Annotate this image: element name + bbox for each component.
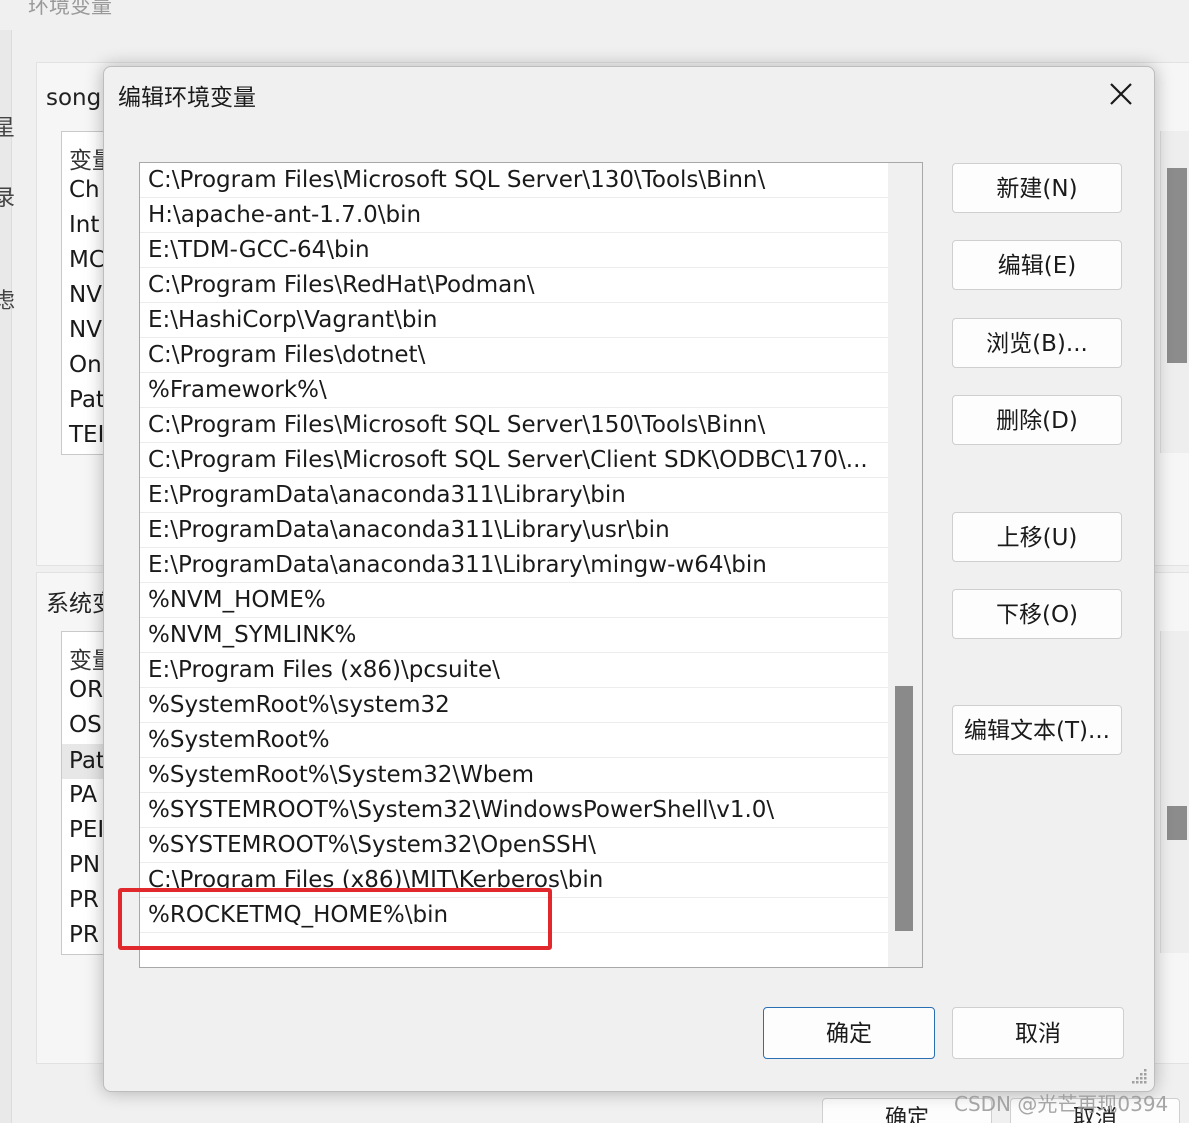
move-down-button[interactable]: 下移(O) xyxy=(952,589,1122,639)
edit-environment-variable-dialog: 编辑环境变量 C:\Program Files\Microsoft SQL Se… xyxy=(103,66,1155,1092)
watermark: CSDN @光芒再现0394 xyxy=(954,1092,1169,1116)
close-icon xyxy=(1110,83,1132,105)
path-entry[interactable]: E:\HashiCorp\Vagrant\bin xyxy=(140,303,888,338)
path-entry[interactable]: C:\Program Files\Microsoft SQL Server\Cl… xyxy=(140,443,888,478)
list-item[interactable]: PA xyxy=(69,782,97,808)
list-item[interactable]: NV xyxy=(69,282,102,308)
list-item[interactable]: PN xyxy=(69,852,100,878)
path-entry[interactable]: %NVM_HOME% xyxy=(140,583,888,618)
list-item[interactable]: PR xyxy=(69,922,99,948)
path-entry[interactable]: %SystemRoot%\system32 xyxy=(140,688,888,723)
list-item[interactable]: PEI xyxy=(69,817,104,843)
path-list[interactable]: C:\Program Files\Microsoft SQL Server\13… xyxy=(139,162,923,968)
list-item[interactable]: PR xyxy=(69,887,99,913)
user-variables-label: song xyxy=(46,85,102,111)
system-list-scroll-thumb[interactable] xyxy=(1167,806,1187,840)
path-entry[interactable]: %SystemRoot% xyxy=(140,723,888,758)
resize-grip-icon[interactable] xyxy=(1130,1067,1148,1085)
path-entry[interactable]: %SYSTEMROOT%\System32\WindowsPowerShell\… xyxy=(140,793,888,828)
dialog-title: 编辑环境变量 xyxy=(118,85,256,111)
path-entry[interactable]: %SYSTEMROOT%\System32\OpenSSH\ xyxy=(140,828,888,863)
edit-button[interactable]: 编辑(E) xyxy=(952,240,1122,290)
path-entry-rocketmq[interactable]: %ROCKETMQ_HOME%\bin xyxy=(140,898,888,933)
browse-button[interactable]: 浏览(B)... xyxy=(952,318,1122,368)
path-list-scroll-thumb[interactable] xyxy=(895,686,913,931)
path-entry[interactable]: C:\Program Files\RedHat\Podman\ xyxy=(140,268,888,303)
list-item[interactable]: TEI xyxy=(69,422,104,448)
path-entry[interactable]: C:\Program Files\Microsoft SQL Server\13… xyxy=(140,163,888,198)
list-item[interactable]: NV xyxy=(69,317,102,343)
edit-text-button[interactable]: 编辑文本(T)... xyxy=(952,705,1122,755)
close-button[interactable] xyxy=(1096,69,1146,119)
list-item[interactable]: OR xyxy=(69,677,103,703)
path-entry[interactable]: C:\Program Files\Microsoft SQL Server\15… xyxy=(140,408,888,443)
user-list-scroll-thumb[interactable] xyxy=(1167,168,1187,363)
path-entry[interactable]: H:\apache-ant-1.7.0\bin xyxy=(140,198,888,233)
cancel-button[interactable]: 取消 xyxy=(952,1007,1124,1059)
list-item[interactable]: Pat xyxy=(69,387,105,413)
path-list-scrollbar[interactable] xyxy=(888,163,922,967)
bg-left-char: 虑 xyxy=(0,289,16,314)
delete-button[interactable]: 删除(D) xyxy=(952,395,1122,445)
path-entry[interactable]: E:\ProgramData\anaconda311\Library\usr\b… xyxy=(140,513,888,548)
list-item[interactable]: On xyxy=(69,352,102,378)
list-item[interactable]: MC xyxy=(69,247,105,273)
path-entry[interactable]: C:\Program Files\dotnet\ xyxy=(140,338,888,373)
list-item[interactable]: OS xyxy=(69,712,102,738)
path-entry[interactable]: E:\ProgramData\anaconda311\Library\mingw… xyxy=(140,548,888,583)
path-entry[interactable]: %NVM_SYMLINK% xyxy=(140,618,888,653)
move-up-button[interactable]: 上移(U) xyxy=(952,512,1122,562)
screen: 环境变量 星 录 虑 song 变量 Ch Int MC NV NV On Pa… xyxy=(0,0,1189,1123)
list-item[interactable]: Ch xyxy=(69,177,100,203)
path-entry[interactable]: E:\TDM-GCC-64\bin xyxy=(140,233,888,268)
system-list-scrollbar[interactable] xyxy=(1160,631,1189,953)
bg-left-char: 星 xyxy=(0,116,16,141)
path-entry[interactable]: E:\ProgramData\anaconda311\Library\bin xyxy=(140,478,888,513)
new-button[interactable]: 新建(N) xyxy=(952,163,1122,213)
list-item[interactable]: Int xyxy=(69,212,99,238)
ok-button[interactable]: 确定 xyxy=(763,1007,935,1059)
path-entry[interactable]: C:\Program Files (x86)\MIT\Kerberos\bin xyxy=(140,863,888,898)
path-entry[interactable]: %Framework%\ xyxy=(140,373,888,408)
path-entry[interactable]: E:\Program Files (x86)\pcsuite\ xyxy=(140,653,888,688)
bg-left-char: 录 xyxy=(0,186,16,211)
bg-window-title: 环境变量 xyxy=(28,0,112,18)
path-entry[interactable]: %SystemRoot%\System32\Wbem xyxy=(140,758,888,793)
